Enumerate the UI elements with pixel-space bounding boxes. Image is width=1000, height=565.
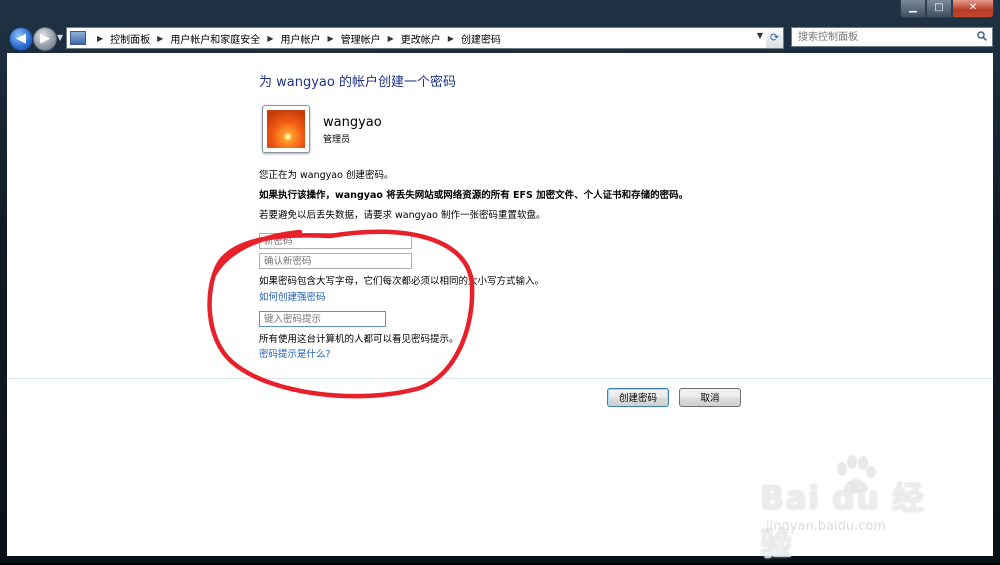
- control-panel-icon: [70, 31, 86, 45]
- account-type: 管理员: [323, 135, 351, 145]
- confirm-password-field[interactable]: [259, 253, 412, 269]
- divider: [7, 378, 993, 379]
- password-hint-field[interactable]: [259, 311, 386, 327]
- breadcrumb-change-account[interactable]: 更改帐户: [401, 31, 441, 46]
- address-dropdown-icon[interactable]: ▼: [757, 31, 763, 40]
- watermark-url: jingyan.baidu.com: [766, 519, 886, 534]
- hint-visibility-note: 所有使用这台计算机的人都可以看见密码提示。: [259, 334, 459, 345]
- reset-disk-text: 若要避免以后丢失数据，请要求 wangyao 制作一张密码重置软盘。: [259, 210, 546, 221]
- breadcrumb-user-accounts-family-safety[interactable]: 用户帐户和家庭安全: [170, 31, 260, 46]
- info-text: 您正在为 wangyao 创建密码。: [259, 170, 394, 181]
- flower-avatar-image: [267, 110, 305, 148]
- page-title: 为 wangyao 的帐户创建一个密码: [259, 75, 456, 90]
- address-bar[interactable]: ▶ 控制面板 ▶ 用户帐户和家庭安全 ▶ 用户帐户 ▶ 管理帐户 ▶ 更改帐户 …: [66, 27, 784, 49]
- password-hint-help-link[interactable]: 密码提示是什么?: [259, 346, 331, 360]
- breadcrumb-user-accounts[interactable]: 用户帐户: [280, 31, 320, 46]
- breadcrumb-create-password[interactable]: 创建密码: [461, 31, 501, 46]
- maximize-button[interactable]: □: [926, 0, 952, 18]
- create-password-button[interactable]: 创建密码: [607, 388, 669, 407]
- new-password-field[interactable]: [259, 233, 412, 249]
- minimize-button[interactable]: ▁: [900, 0, 926, 18]
- breadcrumb-control-panel[interactable]: 控制面板: [110, 31, 150, 46]
- chevron-right-icon[interactable]: ▶: [327, 34, 333, 43]
- close-button[interactable]: ✕: [952, 0, 994, 18]
- warning-text: 如果执行该操作，wangyao 将丢失网站或网络资源的所有 EFS 加密文件、个…: [259, 190, 689, 201]
- baidu-jingyan-watermark: Bai du 经验 jingyan.baidu.com: [760, 455, 950, 563]
- refresh-button[interactable]: ⟳: [766, 27, 784, 49]
- chevron-right-icon[interactable]: ▶: [448, 34, 454, 43]
- chevron-right-icon[interactable]: ▶: [388, 34, 394, 43]
- caption-buttons: ▁ □ ✕: [900, 0, 994, 18]
- search-input[interactable]: [791, 27, 993, 47]
- account-name: wangyao: [323, 115, 382, 130]
- control-panel-window: ▁ □ ✕ ◀ ▶ ▼ ▶ 控制面板 ▶ 用户帐户和家庭安全 ▶ 用户帐户 ▶ …: [0, 0, 1000, 563]
- navigation-toolbar: ◀ ▶ ▼ ▶ 控制面板 ▶ 用户帐户和家庭安全 ▶ 用户帐户 ▶ 管理帐户 ▶…: [0, 24, 1000, 52]
- back-button[interactable]: ◀: [9, 27, 33, 51]
- strong-password-link[interactable]: 如何创建强密码: [259, 289, 326, 303]
- cancel-button[interactable]: 取消: [679, 388, 741, 407]
- chevron-right-icon[interactable]: ▶: [267, 34, 273, 43]
- chevron-right-icon[interactable]: ▶: [97, 34, 103, 43]
- forward-button[interactable]: ▶: [33, 27, 57, 51]
- search-icon[interactable]: [977, 31, 987, 41]
- case-sensitivity-note: 如果密码包含大写字母，它们每次都必须以相同的大小写方式输入。: [259, 276, 545, 287]
- chevron-right-icon[interactable]: ▶: [157, 34, 163, 43]
- avatar: [262, 105, 310, 153]
- recent-pages-dropdown[interactable]: ▼: [57, 33, 63, 42]
- breadcrumb: ▶ 控制面板 ▶ 用户帐户和家庭安全 ▶ 用户帐户 ▶ 管理帐户 ▶ 更改帐户 …: [90, 31, 501, 46]
- breadcrumb-manage-accounts[interactable]: 管理帐户: [341, 31, 381, 46]
